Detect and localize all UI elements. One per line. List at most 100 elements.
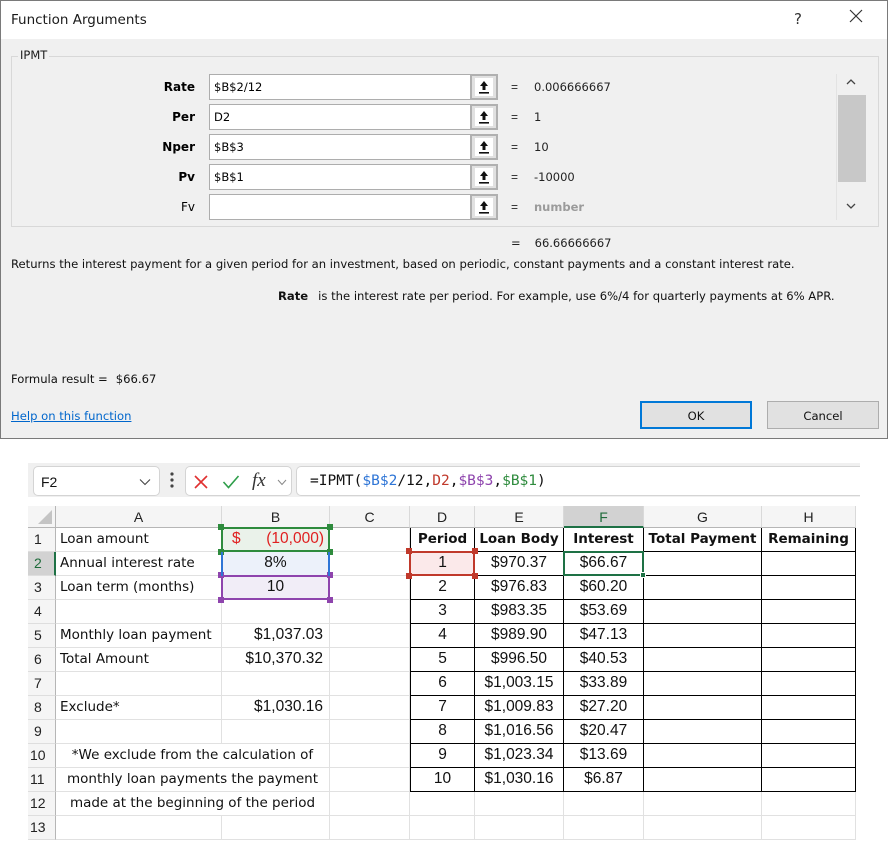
cell[interactable] — [564, 816, 644, 840]
cell[interactable] — [330, 648, 410, 672]
table-cell[interactable]: $996.50 — [475, 648, 564, 672]
table-cell[interactable] — [762, 624, 856, 648]
cell[interactable] — [564, 792, 644, 816]
label-cell[interactable]: Loan term (months) — [56, 576, 222, 600]
cell[interactable] — [762, 792, 856, 816]
table-cell[interactable]: $983.35 — [475, 600, 564, 624]
table-cell[interactable]: 9 — [410, 744, 475, 768]
table-cell[interactable] — [644, 648, 762, 672]
table-cell[interactable]: 4 — [410, 624, 475, 648]
column-header-b[interactable]: B — [222, 506, 330, 528]
ok-button[interactable]: OK — [640, 401, 752, 429]
cancel-entry-icon[interactable] — [193, 474, 209, 490]
cell[interactable] — [222, 600, 330, 624]
scroll-down-icon[interactable] — [845, 202, 857, 210]
value-cell[interactable]: $1,037.03 — [222, 624, 330, 648]
insert-function-icon[interactable]: fx — [252, 470, 266, 492]
cell[interactable] — [56, 720, 222, 744]
table-cell[interactable] — [644, 600, 762, 624]
table-cell[interactable]: $1,003.15 — [475, 672, 564, 696]
table-cell[interactable]: $970.37 — [475, 552, 564, 576]
argument-input-nper[interactable]: $B$3 — [209, 134, 471, 160]
table-cell[interactable] — [762, 576, 856, 600]
cell[interactable] — [410, 792, 475, 816]
row-header-3[interactable]: 3 — [28, 576, 56, 600]
table-cell[interactable]: $1,023.34 — [475, 744, 564, 768]
row-header-1[interactable]: 1 — [28, 528, 56, 552]
column-header-a[interactable]: A — [56, 506, 222, 528]
table-cell[interactable] — [762, 648, 856, 672]
column-header-d[interactable]: D — [410, 506, 475, 528]
table-cell[interactable]: $6.87 — [564, 768, 644, 792]
row-header-6[interactable]: 6 — [28, 648, 56, 672]
column-header-c[interactable]: C — [330, 506, 410, 528]
cell[interactable] — [410, 816, 475, 840]
table-cell[interactable]: $1,009.83 — [475, 696, 564, 720]
table-cell[interactable]: $1,016.56 — [475, 720, 564, 744]
more-options-icon[interactable] — [170, 472, 174, 488]
argument-input-rate[interactable]: $B$2/12 — [209, 74, 471, 100]
value-cell[interactable]: $10,370.32 — [222, 648, 330, 672]
scroll-up-icon[interactable] — [845, 78, 857, 86]
cell[interactable] — [330, 576, 410, 600]
table-cell[interactable]: 5 — [410, 648, 475, 672]
cell[interactable] — [762, 816, 856, 840]
table-cell[interactable] — [762, 768, 856, 792]
cell[interactable] — [330, 744, 410, 768]
table-cell[interactable]: $13.69 — [564, 744, 644, 768]
collapse-dialog-button[interactable] — [470, 104, 498, 130]
table-cell[interactable]: $53.69 — [564, 600, 644, 624]
cell[interactable] — [330, 528, 410, 552]
row-header-8[interactable]: 8 — [28, 696, 56, 720]
argument-input-pv[interactable]: $B$1 — [209, 164, 471, 190]
table-cell[interactable] — [644, 720, 762, 744]
table-cell[interactable] — [644, 552, 762, 576]
help-on-function-link[interactable]: Help on this function — [11, 409, 131, 423]
cell[interactable] — [475, 792, 564, 816]
table-cell[interactable] — [644, 768, 762, 792]
table-cell[interactable]: 10 — [410, 768, 475, 792]
chevron-down-icon[interactable] — [277, 479, 287, 486]
cell[interactable] — [56, 600, 222, 624]
cell[interactable] — [330, 600, 410, 624]
table-cell[interactable] — [644, 624, 762, 648]
table-cell[interactable]: $33.89 — [564, 672, 644, 696]
cell[interactable] — [330, 720, 410, 744]
table-cell[interactable]: 7 — [410, 696, 475, 720]
collapse-dialog-button[interactable] — [470, 164, 498, 190]
table-header-remaining[interactable]: Remaining — [762, 528, 856, 552]
table-cell[interactable] — [762, 600, 856, 624]
table-cell[interactable] — [644, 672, 762, 696]
label-cell[interactable]: Total Amount — [56, 648, 222, 672]
table-cell[interactable]: 1 — [410, 552, 475, 576]
table-cell[interactable] — [762, 552, 856, 576]
column-header-g[interactable]: G — [644, 506, 762, 528]
close-icon[interactable] — [847, 7, 867, 27]
row-header-11[interactable]: 11 — [28, 768, 56, 792]
cell[interactable] — [330, 552, 410, 576]
argument-input-per[interactable]: D2 — [209, 104, 471, 130]
table-cell[interactable] — [762, 744, 856, 768]
name-box[interactable]: F2 — [33, 466, 160, 496]
table-cell[interactable]: 2 — [410, 576, 475, 600]
table-cell[interactable]: $20.47 — [564, 720, 644, 744]
table-cell[interactable]: $976.83 — [475, 576, 564, 600]
table-cell[interactable]: $66.67 — [564, 552, 644, 576]
column-header-e[interactable]: E — [475, 506, 564, 528]
enter-check-icon[interactable] — [222, 474, 240, 490]
row-header-13[interactable]: 13 — [28, 816, 56, 840]
label-cell[interactable]: Exclude* — [56, 696, 222, 720]
cell[interactable] — [222, 672, 330, 696]
table-cell[interactable]: $60.20 — [564, 576, 644, 600]
table-cell[interactable]: 3 — [410, 600, 475, 624]
table-cell[interactable] — [762, 672, 856, 696]
column-header-f[interactable]: F — [564, 506, 644, 528]
row-header-5[interactable]: 5 — [28, 624, 56, 648]
label-cell[interactable]: Annual interest rate — [56, 552, 222, 576]
collapse-dialog-button[interactable] — [470, 134, 498, 160]
row-header-9[interactable]: 9 — [28, 720, 56, 744]
table-header-loan-body[interactable]: Loan Body — [475, 528, 564, 552]
row-header-7[interactable]: 7 — [28, 672, 56, 696]
label-cell[interactable]: Monthly loan payment — [56, 624, 222, 648]
cell[interactable] — [330, 624, 410, 648]
